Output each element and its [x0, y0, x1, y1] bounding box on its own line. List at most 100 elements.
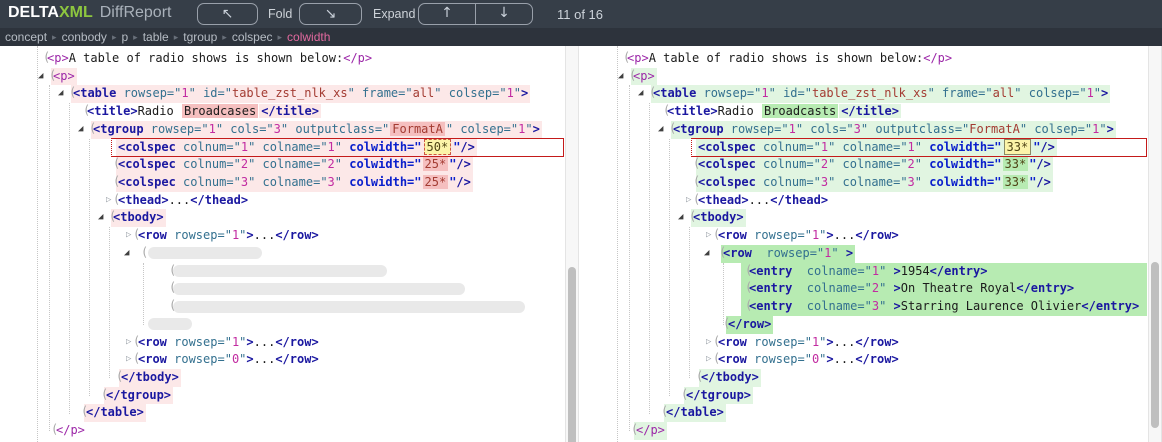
code-line: ▷(<thead>...</thead> — [580, 192, 1162, 210]
breadcrumb-separator-icon: ▸ — [278, 32, 283, 43]
code-line: ( — [0, 280, 580, 298]
code-token: rowsep=" — [747, 335, 812, 349]
code-token: 3 — [821, 175, 828, 189]
code-token: " — [879, 281, 893, 295]
code-token: </row> — [275, 335, 318, 349]
code-line: (<p>A table of radio shows is shown belo… — [580, 50, 1162, 68]
fold-handle-icon[interactable]: ( — [89, 120, 96, 138]
next-diff-button[interactable]: ↓ — [476, 4, 532, 24]
fold-handle-icon[interactable]: ( — [745, 297, 752, 315]
breadcrumb-item[interactable]: concept — [5, 30, 47, 44]
fold-handle-icon[interactable]: ( — [43, 49, 50, 67]
fold-handle-icon[interactable]: ( — [51, 421, 58, 439]
fold-handle-icon[interactable]: ( — [49, 67, 56, 85]
tree-collapsed-arrow-icon[interactable]: ▷ — [706, 227, 711, 245]
fold-handle-icon[interactable]: ( — [133, 333, 140, 351]
tree-expanded-arrow-icon[interactable]: ◢ — [98, 209, 103, 227]
fold-handle-icon[interactable]: ( — [713, 350, 720, 368]
tree-collapsed-arrow-icon[interactable]: ▷ — [106, 192, 111, 210]
fold-handle-icon[interactable]: ( — [693, 155, 700, 173]
fold-handle-icon[interactable]: ( — [713, 226, 720, 244]
fold-handle-icon[interactable]: ( — [723, 315, 730, 333]
code-token: rowsep=" — [167, 335, 232, 349]
fold-handle-icon[interactable]: ( — [629, 67, 636, 85]
breadcrumb-item[interactable]: conbody — [62, 30, 107, 44]
fold-handle-icon[interactable]: ( — [133, 226, 140, 244]
tree-collapsed-arrow-icon[interactable]: ▷ — [686, 192, 691, 210]
fold-handle-icon[interactable]: ( — [109, 208, 116, 226]
expand-button[interactable]: ↘ — [299, 3, 362, 25]
fold-handle-icon[interactable]: ( — [113, 173, 120, 191]
fold-handle-icon[interactable]: ( — [719, 244, 726, 262]
fold-handle-icon[interactable]: ( — [745, 262, 752, 280]
fold-handle-icon[interactable]: ( — [663, 102, 670, 120]
tree-collapsed-arrow-icon[interactable]: ▷ — [126, 334, 131, 352]
code-token: /> — [1040, 140, 1054, 154]
fold-handle-icon[interactable]: ( — [661, 403, 668, 421]
scrollbar-thumb[interactable] — [568, 267, 576, 442]
fold-handle-icon[interactable]: ( — [133, 350, 140, 368]
tree-expanded-arrow-icon[interactable]: ◢ — [704, 245, 709, 263]
top-toolbar: DELTAXMLDiffReport ↖ Fold ↘ Expand ↑ ↓ 1… — [0, 0, 1162, 28]
code-token: 1 — [872, 264, 879, 278]
code-token: 2 — [241, 157, 248, 171]
fold-handle-icon[interactable]: ( — [81, 403, 88, 421]
fold-handle-icon[interactable]: ( — [693, 173, 700, 191]
tree-expanded-arrow-icon[interactable]: ◢ — [124, 245, 129, 263]
tree-expanded-arrow-icon[interactable]: ◢ — [58, 85, 63, 103]
tree-expanded-arrow-icon[interactable]: ◢ — [38, 68, 43, 86]
tree-collapsed-arrow-icon[interactable]: ▷ — [126, 351, 131, 369]
fold-handle-icon[interactable]: ( — [113, 191, 120, 209]
code-token: 3 — [872, 299, 879, 313]
scrollbar-thumb[interactable] — [1151, 262, 1159, 428]
fold-handle-icon[interactable]: ( — [681, 386, 688, 404]
code-line: (</tgroup> — [580, 387, 1162, 405]
tree-collapsed-arrow-icon[interactable]: ▷ — [126, 227, 131, 245]
code-token: " — [1014, 86, 1021, 100]
fold-handle-icon[interactable]: ( — [83, 102, 90, 120]
fold-handle-icon[interactable]: ( — [116, 368, 123, 386]
breadcrumb-item[interactable]: p — [121, 30, 128, 44]
diff-changed-value: 33* — [1003, 175, 1029, 189]
fold-handle-icon[interactable]: ( — [693, 191, 700, 209]
tree-expanded-arrow-icon[interactable]: ◢ — [678, 209, 683, 227]
fold-handle-icon[interactable]: ( — [69, 84, 76, 102]
fold-handle-icon[interactable]: ( — [101, 386, 108, 404]
fold-handle-icon[interactable]: ( — [649, 84, 656, 102]
fold-handle-icon[interactable]: ( — [713, 333, 720, 351]
code-token: <title> — [87, 104, 138, 118]
fold-handle-icon[interactable]: ( — [696, 368, 703, 386]
tree-collapsed-arrow-icon[interactable]: ▷ — [706, 351, 711, 369]
fold-handle-icon[interactable]: ( — [169, 279, 176, 297]
fold-button[interactable]: ↖ — [197, 3, 258, 25]
tree-expanded-arrow-icon[interactable]: ◢ — [618, 68, 623, 86]
code-token: 1 — [209, 122, 216, 136]
breadcrumb-item[interactable]: colspec — [232, 30, 273, 44]
tree-expanded-arrow-icon[interactable]: ◢ — [78, 121, 83, 139]
code-token: rowsep=" — [167, 228, 232, 242]
tree-collapsed-arrow-icon[interactable]: ▷ — [706, 334, 711, 352]
code-token: colnum=" — [756, 175, 821, 189]
tree-expanded-arrow-icon[interactable]: ◢ — [658, 121, 663, 139]
code-token: colsep=" — [453, 122, 518, 136]
code-token: A table of radio shows is shown below: — [649, 51, 924, 65]
fold-handle-icon[interactable]: ( — [113, 155, 120, 173]
breadcrumb-item[interactable]: table — [143, 30, 169, 44]
code-token: 3 — [854, 122, 861, 136]
fold-handle-icon[interactable]: ( — [631, 421, 638, 439]
prev-diff-button[interactable]: ↑ — [419, 4, 476, 24]
code-token: > — [894, 281, 901, 295]
code-line: (<colspec colnum="2" colname="2" colwidt… — [0, 156, 580, 174]
fold-handle-icon[interactable]: ( — [169, 262, 176, 280]
code-token: 1 — [1087, 86, 1094, 100]
code-token: colname=" — [255, 175, 327, 189]
fold-handle-icon[interactable]: ( — [669, 120, 676, 138]
code-token: colsep=" — [1022, 86, 1087, 100]
fold-handle-icon[interactable]: ( — [169, 297, 176, 315]
fold-handle-icon[interactable]: ( — [745, 279, 752, 297]
breadcrumb-item[interactable]: tgroup — [183, 30, 217, 44]
tree-expanded-arrow-icon[interactable]: ◢ — [638, 85, 643, 103]
fold-handle-icon[interactable]: ( — [141, 244, 148, 262]
fold-handle-icon[interactable]: ( — [689, 208, 696, 226]
fold-handle-icon[interactable]: ( — [623, 49, 630, 67]
